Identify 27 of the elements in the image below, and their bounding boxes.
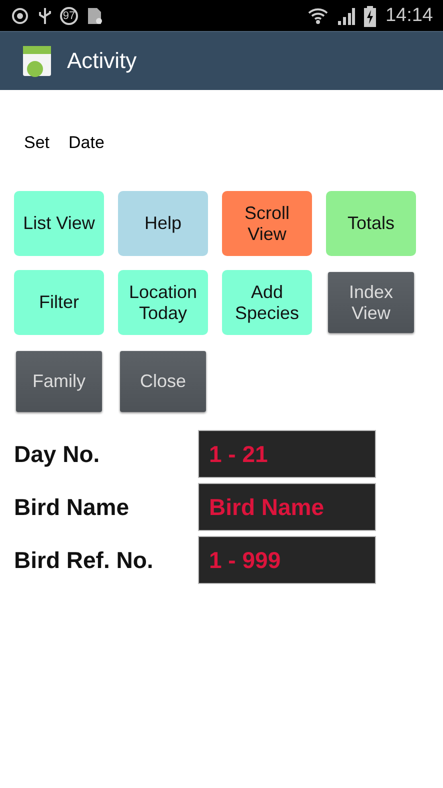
notification-badge: 97 (60, 6, 78, 24)
sd-card-icon (86, 6, 104, 26)
app-icon (22, 45, 52, 77)
action-button[interactable]: Close (120, 351, 206, 412)
battery-icon (363, 4, 378, 26)
screen-title: Activity (67, 48, 137, 74)
action-button[interactable]: Totals (326, 191, 416, 256)
action-button[interactable]: Help (118, 191, 208, 256)
action-button[interactable]: Filter (14, 270, 104, 335)
field-label: Bird Ref. No. (14, 546, 154, 574)
field-label: Day No. (14, 440, 101, 468)
action-button[interactable]: Location Today (118, 270, 208, 335)
usb-icon (38, 6, 52, 26)
field-label: Bird Name (14, 494, 130, 520)
input-field[interactable]: Bird Name (198, 483, 376, 531)
wifi-icon (307, 6, 330, 26)
action-button[interactable]: Index View (328, 272, 414, 333)
clock: 14:14 (385, 4, 433, 26)
input-field[interactable]: 1 - 21 (198, 430, 376, 478)
action-button[interactable]: List View (14, 191, 104, 256)
action-button[interactable]: Scroll View (222, 191, 312, 256)
date-label: Date (68, 133, 104, 154)
signal-icon (337, 6, 356, 26)
action-button[interactable]: Add Species (222, 270, 312, 335)
input-field[interactable]: 1 - 999 (198, 536, 376, 584)
action-button[interactable]: Family (16, 351, 102, 412)
date-label: Set (24, 133, 50, 154)
